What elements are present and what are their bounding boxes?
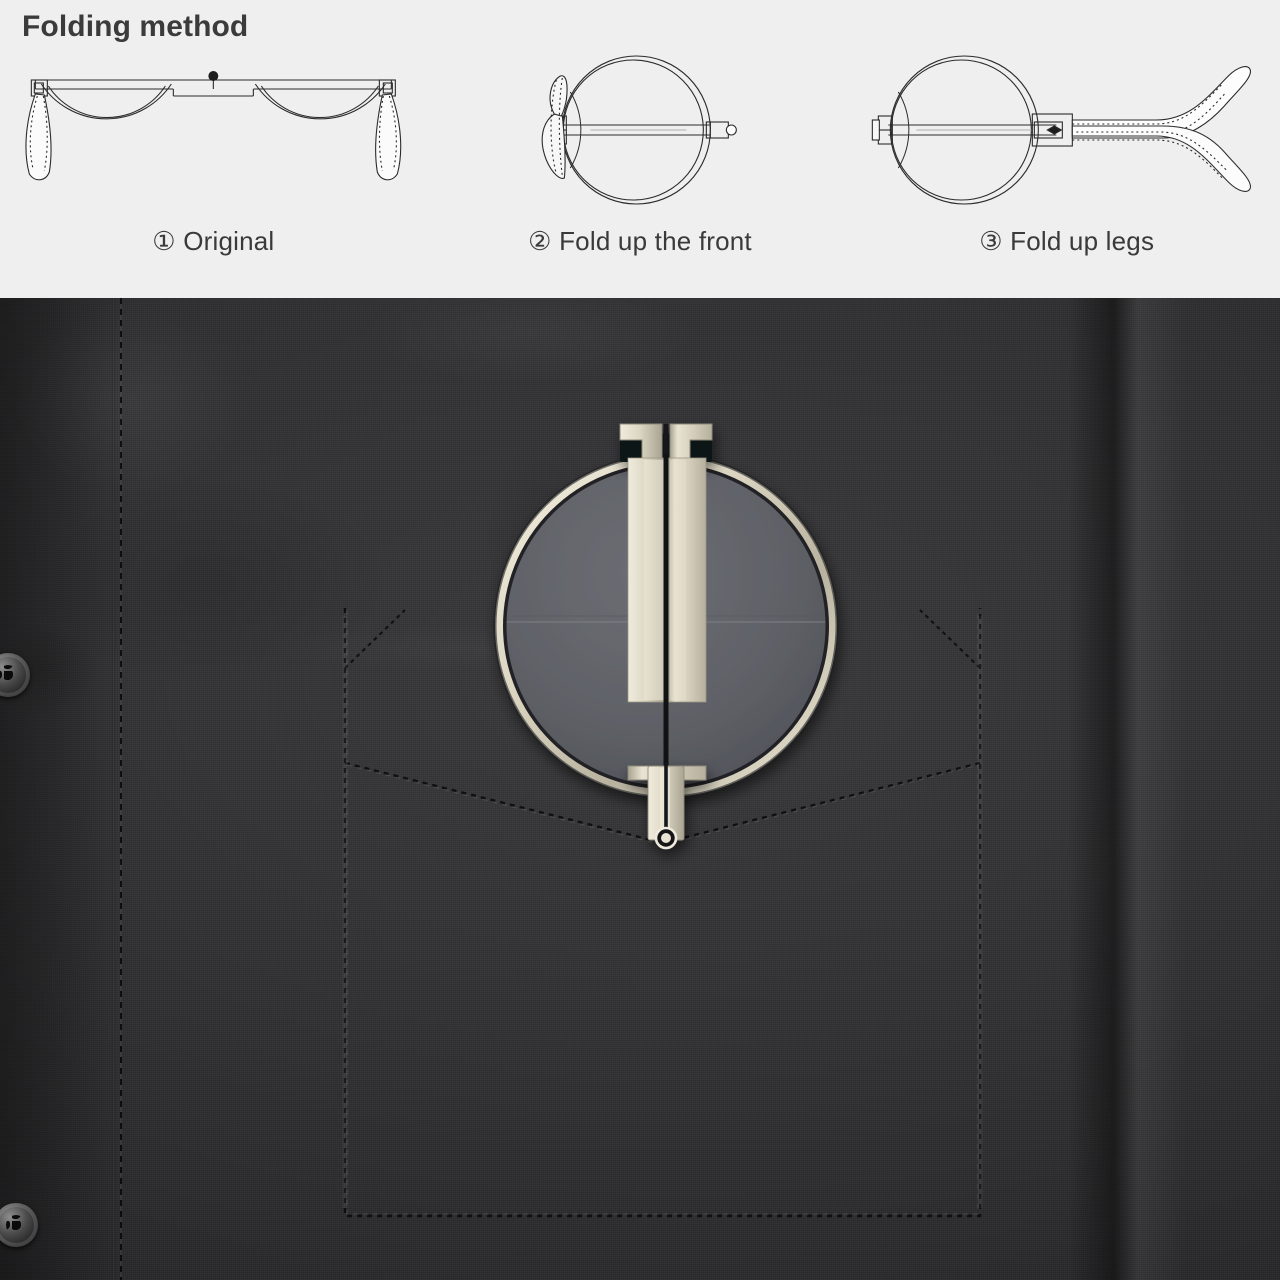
placket-button-upper: [0, 653, 30, 697]
product-detail-image: Folding method ① Original ② Fold up the …: [0, 0, 1280, 1280]
folding-method-panel: Folding method ① Original ② Fold up the …: [0, 0, 1280, 298]
lens-left-inner: [47, 85, 166, 119]
left-shadow: [0, 298, 120, 1280]
page-title: Folding method: [22, 10, 249, 43]
diagram-fold-front: [427, 40, 854, 230]
step-fold-legs: ③ Fold up legs: [853, 40, 1280, 298]
brow-bar: [888, 113, 1074, 147]
temple-lower: [1072, 125, 1252, 192]
step-label-fold-front: ② Fold up the front: [528, 226, 752, 256]
folding-steps: ① Original ② Fold up the front ③ Fold up…: [0, 40, 1280, 298]
step-fold-front: ② Fold up the front: [427, 40, 854, 298]
hinge-block-left: [872, 115, 894, 145]
diagram-fold-legs: [853, 40, 1280, 230]
placket-stitching: [120, 298, 122, 1280]
diagram-original: [0, 40, 427, 230]
product-photo: [0, 298, 1280, 1280]
folded-eyewear: [492, 402, 840, 850]
temple-left: [25, 79, 52, 181]
placket-button-lower: [0, 1203, 38, 1247]
temple-right: [375, 79, 402, 181]
lens-right-inner: [260, 85, 379, 119]
step-label-original: ① Original: [152, 226, 275, 256]
stem-bottom: [627, 762, 707, 850]
brow-bar: [563, 121, 737, 139]
placket-seam: [112, 298, 115, 1280]
fabric-fold: [1068, 298, 1188, 1280]
temple-folded-left: [541, 75, 568, 179]
step-original: ① Original: [0, 40, 427, 298]
step-label-fold-legs: ③ Fold up legs: [979, 226, 1155, 256]
